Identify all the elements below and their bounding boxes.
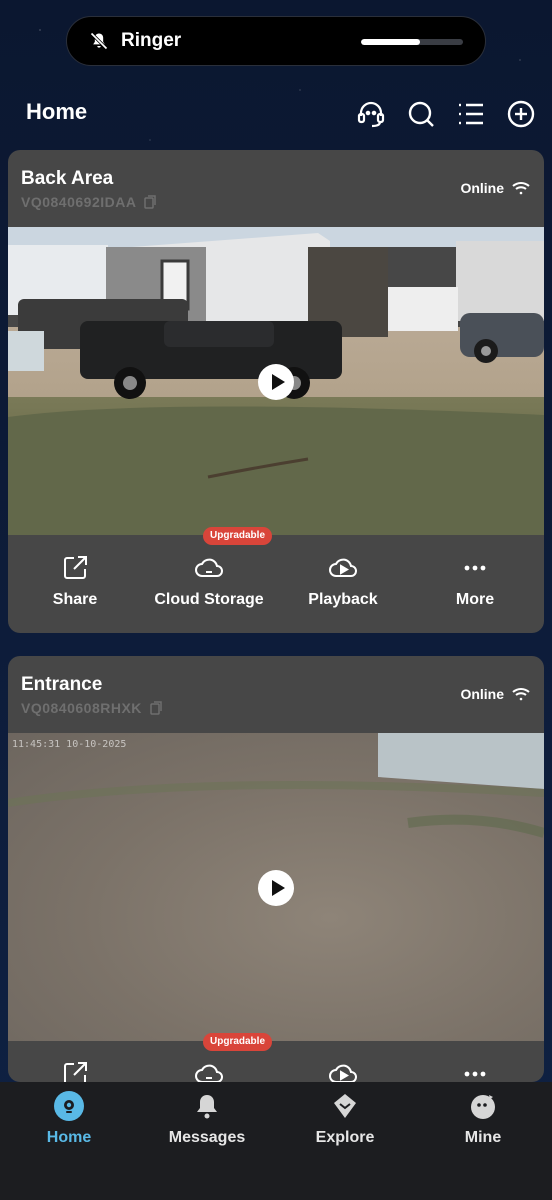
share-button[interactable]: Share <box>8 553 142 609</box>
camera-feed-thumbnail[interactable]: 11:45:31 10-10-2025 <box>8 733 544 1041</box>
tab-home[interactable]: Home <box>0 1082 138 1147</box>
more-icon <box>464 565 486 571</box>
upgradable-badge: Upgradable <box>203 1033 273 1051</box>
share-button[interactable] <box>8 1059 142 1082</box>
volume-bar <box>361 39 463 45</box>
copy-icon[interactable] <box>150 701 162 715</box>
profile-icon <box>468 1091 498 1121</box>
tab-explore[interactable]: Explore <box>276 1082 414 1147</box>
explore-icon <box>330 1091 360 1121</box>
play-icon[interactable] <box>258 870 294 906</box>
tab-messages-label: Messages <box>168 1129 246 1146</box>
device-card-back-area[interactable]: Back Area VQ0840692IDAA Online Share Clo… <box>8 150 544 633</box>
wifi-icon <box>512 688 530 701</box>
device-name: Back Area <box>21 168 114 189</box>
play-icon[interactable] <box>258 364 294 400</box>
playback-icon <box>329 558 357 577</box>
ringer-indicator: Ringer <box>66 16 486 66</box>
device-actions: Share Cloud Storage Upgradable Playback … <box>8 527 544 633</box>
home-camera-icon <box>54 1091 84 1121</box>
device-card-entrance[interactable]: Entrance VQ0840608RHXK Online 11:45:31 1… <box>8 656 544 1082</box>
device-status: Online <box>460 180 530 196</box>
cloud-icon <box>195 558 223 577</box>
share-icon <box>64 1062 87 1082</box>
share-label: Share <box>52 591 98 608</box>
copy-icon[interactable] <box>144 195 157 209</box>
support-headset-icon[interactable] <box>356 99 386 129</box>
cloud-storage-button[interactable] <box>142 1059 276 1082</box>
device-name: Entrance <box>21 674 103 695</box>
device-serial-text: VQ0840692IDAA <box>21 194 137 210</box>
tab-mine[interactable]: Mine <box>414 1082 552 1147</box>
device-serial: VQ0840608RHXK <box>21 700 162 716</box>
share-icon <box>64 556 87 579</box>
status-text: Online <box>460 686 504 702</box>
ringer-label: Ringer <box>121 30 182 51</box>
device-status: Online <box>460 686 530 702</box>
playback-icon <box>329 1064 357 1082</box>
upgradable-badge: Upgradable <box>203 527 273 545</box>
status-text: Online <box>460 180 504 196</box>
cloud-storage-button[interactable]: Cloud Storage <box>142 553 276 609</box>
tab-home-label: Home <box>46 1129 92 1146</box>
bell-icon <box>192 1091 222 1121</box>
camera-feed-thumbnail[interactable] <box>8 227 544 535</box>
video-timestamp: 11:45:31 10-10-2025 <box>12 739 127 750</box>
device-serial-text: VQ0840608RHXK <box>21 700 142 716</box>
tab-mine-label: Mine <box>464 1129 502 1146</box>
volume-bar-fill <box>361 39 421 45</box>
tab-messages[interactable]: Messages <box>138 1082 276 1147</box>
cloud-storage-label: Cloud Storage <box>154 591 264 608</box>
page-title: Home <box>26 99 88 124</box>
cloud-icon <box>195 1064 223 1082</box>
header: Home <box>0 90 552 136</box>
add-icon[interactable] <box>506 99 536 129</box>
bell-muted-icon <box>90 32 108 50</box>
tab-explore-label: Explore <box>315 1129 375 1146</box>
more-icon <box>464 1071 486 1077</box>
wifi-icon <box>512 182 530 195</box>
search-icon[interactable] <box>406 99 436 129</box>
list-icon[interactable] <box>456 99 486 129</box>
bottom-tab-bar: Home Messages Explore Mine <box>0 1082 552 1200</box>
more-button[interactable] <box>408 1059 542 1082</box>
device-actions: Upgradable <box>8 1033 544 1082</box>
playback-button[interactable]: Playback <box>276 553 410 609</box>
more-button[interactable]: More <box>408 553 542 609</box>
device-serial: VQ0840692IDAA <box>21 194 157 210</box>
playback-label: Playback <box>308 591 378 608</box>
more-label: More <box>455 591 495 608</box>
playback-button[interactable] <box>276 1059 410 1082</box>
